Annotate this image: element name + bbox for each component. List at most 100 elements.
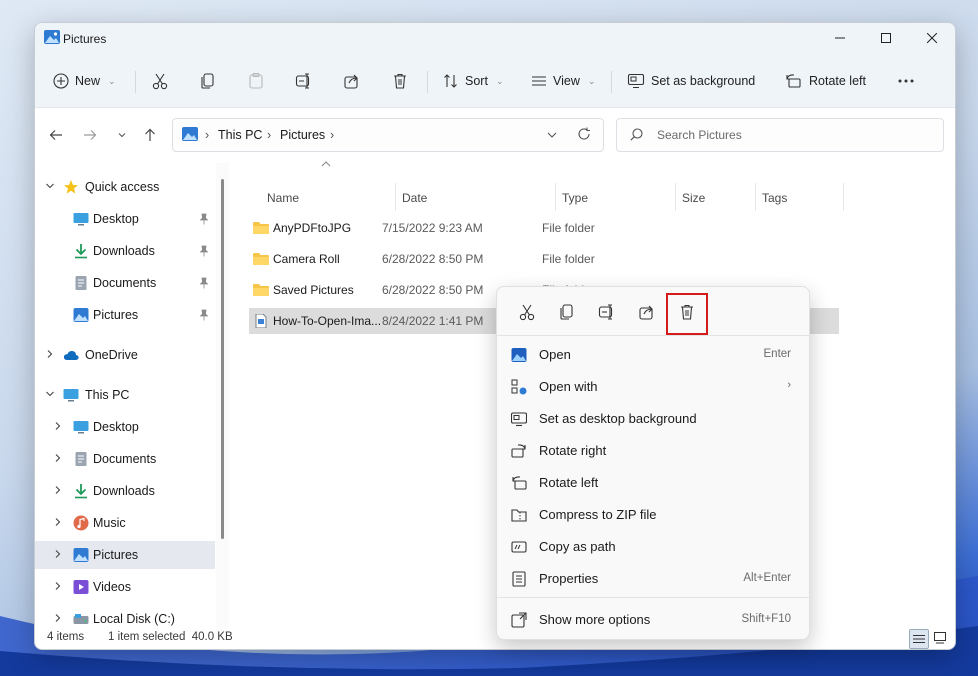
sidebar-item-downloads[interactable]: Downloads [35, 477, 215, 505]
sidebar-item-this-pc[interactable]: This PC [35, 381, 215, 409]
large-icons-view-button[interactable] [931, 629, 949, 647]
chevron-down-icon [118, 133, 126, 138]
menu-item-rotate-left[interactable]: Rotate left [501, 468, 805, 498]
sidebar-item-onedrive[interactable]: OneDrive [35, 341, 215, 369]
sort-button[interactable]: Sort ⌄ [443, 69, 503, 93]
column-header-date[interactable]: Date [402, 191, 427, 205]
chevron-down-icon [46, 391, 54, 397]
view-button[interactable]: View ⌄ [531, 69, 595, 93]
menu-item-label: Compress to ZIP file [539, 507, 657, 522]
context-share-button[interactable] [633, 298, 661, 326]
sidebar-item-desktop-pinned[interactable]: Desktop [35, 205, 215, 233]
chevron-right-icon [47, 350, 53, 358]
address-dropdown-icon[interactable] [547, 131, 557, 139]
more-options-button[interactable] [897, 69, 915, 93]
set-as-background-button[interactable]: Set as background [627, 69, 755, 93]
menu-item-label: Rotate right [539, 443, 607, 458]
file-row[interactable]: AnyPDFtoJPG 7/15/2022 9:23 AM File folde… [249, 215, 839, 241]
file-date: 6/28/2022 8:50 PM [382, 252, 484, 266]
column-header-size[interactable]: Size [682, 191, 705, 205]
menu-item-label: Show more options [539, 612, 651, 627]
menu-item-copy-as-path[interactable]: Copy as path [501, 532, 805, 562]
refresh-icon[interactable] [577, 127, 591, 141]
back-button[interactable] [45, 124, 67, 146]
sidebar-item-music[interactable]: Music [35, 509, 215, 537]
sidebar-item-pictures[interactable]: Pictures [35, 541, 215, 569]
chevron-right-icon [55, 486, 61, 494]
context-copy-button[interactable] [553, 298, 581, 326]
delete-button[interactable] [391, 69, 409, 93]
menu-item-set-desktop-background[interactable]: Set as desktop background [501, 404, 805, 434]
file-name: Camera Roll [273, 252, 340, 266]
column-divider[interactable] [755, 183, 756, 211]
breadcrumb-this-pc[interactable]: This PC [218, 128, 262, 142]
share-button[interactable] [343, 69, 361, 93]
command-bar: New ⌄ Sort ⌄ View ⌄ Set as background Ro… [35, 55, 955, 108]
column-header-name[interactable]: Name [267, 191, 299, 205]
sidebar-item-pictures-pinned[interactable]: Pictures [35, 301, 215, 329]
maximize-button[interactable] [863, 23, 909, 53]
wallpaper-icon [511, 412, 527, 427]
paste-button[interactable] [247, 69, 265, 93]
rename-icon [598, 304, 613, 320]
address-bar[interactable]: › This PC › Pictures › [172, 118, 604, 152]
file-row[interactable]: Camera Roll 6/28/2022 8:50 PM File folde… [249, 246, 839, 272]
item-count: 4 items [47, 631, 85, 643]
menu-item-compress-zip[interactable]: Compress to ZIP file [501, 500, 805, 530]
sidebar-item-videos[interactable]: Videos [35, 573, 215, 601]
sidebar-item-documents-pinned[interactable]: Documents [35, 269, 215, 297]
column-divider[interactable] [843, 183, 844, 211]
column-divider[interactable] [675, 183, 676, 211]
folder-icon [253, 222, 269, 234]
column-divider[interactable] [395, 183, 396, 211]
sidebar-item-quick-access[interactable]: Quick access [35, 173, 215, 201]
recent-locations-button[interactable] [111, 124, 133, 146]
sidebar-item-desktop[interactable]: Desktop [35, 413, 215, 441]
document-icon [75, 276, 87, 290]
maximize-icon [881, 33, 891, 43]
chevron-down-icon [46, 183, 54, 189]
sidebar-item-downloads-pinned[interactable]: Downloads [35, 237, 215, 265]
context-rename-button[interactable] [593, 298, 621, 326]
rotate-left-icon [786, 74, 801, 88]
details-view-button[interactable] [909, 629, 929, 649]
rotate-left-button[interactable]: Rotate left [785, 69, 866, 93]
column-header-tags[interactable]: Tags [762, 191, 787, 205]
sidebar-item-label: Documents [93, 276, 157, 290]
chevron-right-icon [55, 550, 61, 558]
pin-icon [199, 213, 209, 225]
column-header-type[interactable]: Type [562, 191, 588, 205]
menu-item-label: Set as desktop background [539, 411, 697, 426]
breadcrumb-pictures[interactable]: Pictures [280, 128, 325, 142]
file-name: How-To-Open-Ima... [273, 314, 382, 328]
sidebar-item-documents[interactable]: Documents [35, 445, 215, 473]
open-with-icon [511, 379, 527, 395]
new-button[interactable]: New ⌄ [53, 69, 116, 93]
column-divider[interactable] [555, 183, 556, 211]
status-bar: 4 items 1 item selected 40.0 KB [35, 627, 955, 649]
forward-button[interactable] [79, 124, 101, 146]
sidebar-scrollbar-thumb[interactable] [221, 179, 224, 539]
menu-item-rotate-right[interactable]: Rotate right [501, 436, 805, 466]
desktop-icon [73, 421, 89, 434]
cut-button[interactable] [151, 69, 169, 93]
up-button[interactable] [139, 124, 161, 146]
chevron-down-icon: ⌄ [495, 75, 504, 86]
copy-path-icon [511, 541, 527, 553]
rename-button[interactable] [295, 69, 313, 93]
chevron-right-icon [55, 582, 61, 590]
menu-item-label: Open [539, 347, 571, 362]
view-button-label: View [553, 74, 580, 88]
close-button[interactable] [909, 23, 955, 53]
show-more-icon [511, 612, 527, 628]
menu-item-open[interactable]: Open Enter [501, 340, 805, 370]
minimize-button[interactable] [817, 23, 863, 53]
chevron-right-icon: › [267, 128, 272, 142]
menu-item-properties[interactable]: Properties Alt+Enter [501, 564, 805, 594]
menu-item-show-more-options[interactable]: Show more options Shift+F10 [501, 605, 805, 635]
context-cut-button[interactable] [513, 298, 541, 326]
copy-button[interactable] [199, 69, 217, 93]
search-input[interactable]: Search Pictures [616, 118, 944, 152]
menu-item-open-with[interactable]: Open with › [501, 372, 805, 402]
chevron-right-icon [55, 454, 61, 462]
